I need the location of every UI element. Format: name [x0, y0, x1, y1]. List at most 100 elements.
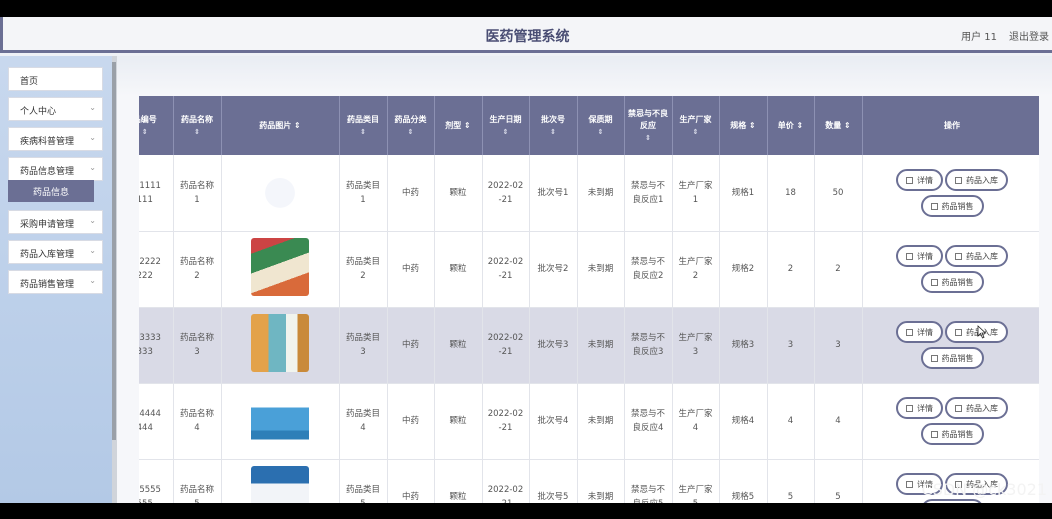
- sidebar-item-sales[interactable]: 药品销售管理 ⌄: [8, 270, 103, 294]
- cell-name: 药品名称 3: [173, 307, 222, 384]
- col-price[interactable]: 单价 ⇕: [767, 96, 815, 155]
- stock-in-button[interactable]: 药品入库: [945, 397, 1008, 419]
- sort-icon[interactable]: ⇕: [390, 126, 432, 138]
- chevron-down-icon: ⌄: [89, 133, 96, 142]
- drug-image: [251, 161, 309, 220]
- col-maker[interactable]: 生产厂家 ⇕: [672, 96, 720, 155]
- cell-category: 药品类目 4: [339, 383, 388, 460]
- stock-in-button[interactable]: 药品入库: [945, 245, 1008, 267]
- col-image[interactable]: 药品图片 ⇕: [221, 96, 340, 155]
- cell-actions: 详情药品入库药品销售: [862, 383, 1039, 460]
- sort-icon[interactable]: ⇕: [797, 121, 804, 130]
- cell-price: 2: [767, 231, 815, 308]
- col-code[interactable]: 品编号⇕: [139, 96, 174, 155]
- cell-spec: 规格4: [719, 383, 768, 460]
- cell-spec: 规格5: [719, 459, 768, 503]
- cell-date: 2022-02 -21: [482, 155, 530, 232]
- sort-icon[interactable]: ⇕: [749, 121, 756, 130]
- cell-date: 2022-02 -21: [482, 459, 530, 503]
- current-user[interactable]: 用户 11: [961, 28, 997, 43]
- cell-spec: 规格1: [719, 155, 768, 232]
- sort-icon[interactable]: ⇕: [844, 121, 851, 130]
- sidebar-item-purchase[interactable]: 采购申请管理 ⌄: [8, 210, 103, 234]
- sort-icon[interactable]: ⇕: [139, 126, 171, 138]
- col-shelf[interactable]: 保质期 ⇕: [577, 96, 625, 155]
- cell-spec: 规格3: [719, 307, 768, 384]
- col-qty[interactable]: 数量 ⇕: [814, 96, 863, 155]
- cell-class: 中药: [387, 307, 435, 384]
- cell-batch: 批次号5: [529, 459, 578, 503]
- col-class[interactable]: 药品分类 ⇕: [387, 96, 435, 155]
- cell-qty: 2: [814, 231, 863, 308]
- col-date[interactable]: 生产日期 ⇕: [482, 96, 530, 155]
- col-form[interactable]: 剂型 ⇕: [434, 96, 483, 155]
- col-spec[interactable]: 规格 ⇕: [719, 96, 768, 155]
- sort-icon[interactable]: ⇕: [532, 126, 575, 138]
- sidebar-scroll-thumb[interactable]: [112, 62, 116, 440]
- sale-button[interactable]: 药品销售: [920, 499, 984, 503]
- document-icon: [930, 355, 938, 362]
- sort-icon[interactable]: ⇕: [580, 126, 622, 138]
- cell-form: 颗粒: [434, 231, 483, 308]
- sort-icon[interactable]: ⇕: [464, 121, 471, 130]
- sort-icon[interactable]: ⇕: [176, 126, 219, 138]
- cell-qty: 4: [814, 383, 863, 460]
- cell-name: 药品名称 5: [173, 459, 222, 503]
- document-icon: [906, 176, 913, 184]
- sale-button[interactable]: 药品销售: [920, 423, 984, 445]
- sort-icon[interactable]: ⇕: [485, 126, 527, 138]
- cell-name: 药品名称 1: [173, 155, 222, 232]
- drug-table-container[interactable]: 品编号⇕ 药品名称⇕ 药品图片 ⇕ 药品类目⇕ 药品分类⇕ 剂型 ⇕ 生产日期⇕…: [139, 96, 1039, 503]
- sort-icon[interactable]: ⇕: [294, 121, 301, 130]
- cell-actions: 详情药品入库药品销售: [862, 307, 1039, 384]
- table-row: 333333 333药品名称 3 药品类目 3中药颗粒2022-02 -21批次号…: [139, 307, 1039, 384]
- cell-name: 药品名称 4: [173, 383, 222, 460]
- logout-link[interactable]: 退出登录: [1009, 28, 1049, 43]
- detail-button[interactable]: 详情: [896, 245, 943, 267]
- col-contra[interactable]: 禁忌与不良反应 ⇕: [624, 96, 673, 155]
- table-header-row: 品编号⇕ 药品名称⇕ 药品图片 ⇕ 药品类目⇕ 药品分类⇕ 剂型 ⇕ 生产日期⇕…: [139, 96, 1039, 155]
- drug-image-cell: [221, 231, 340, 308]
- col-category[interactable]: 药品类目 ⇕: [339, 96, 388, 155]
- sort-icon[interactable]: ⇕: [627, 132, 670, 144]
- sidebar-item-profile[interactable]: 个人中心 ⌄: [8, 97, 103, 121]
- sidebar: 首页 个人中心 ⌄ 疾病科普管理 ⌄ 药品信息管理 ⌄ 药品信息 采购申请管理 ⌄ 药品…: [0, 56, 112, 503]
- detail-button[interactable]: 详情: [896, 321, 943, 343]
- stock-in-button[interactable]: 药品入库: [945, 168, 1008, 191]
- cell-actions: 详情药品入库药品销售: [862, 155, 1039, 232]
- drug-table: 品编号⇕ 药品名称⇕ 药品图片 ⇕ 药品类目⇕ 药品分类⇕ 剂型 ⇕ 生产日期⇕…: [139, 96, 1039, 503]
- sidebar-item-drug-info[interactable]: 药品信息管理 ⌄: [8, 157, 103, 181]
- app-title: 医药管理系统: [485, 29, 570, 45]
- sidebar-item-stock-in[interactable]: 药品入库管理 ⌄: [8, 240, 103, 264]
- cell-code: 555555 555: [139, 459, 174, 503]
- app-window: 医药管理系统 用户 11 退出登录 首页 个人中心 ⌄ 疾病科普管理 ⌄ 药品信息管…: [0, 17, 1052, 503]
- drug-image: [251, 389, 309, 448]
- cell-code: 222222 222: [139, 231, 174, 308]
- sale-button[interactable]: 药品销售: [920, 271, 984, 293]
- sidebar-item-label: 药品销售管理: [20, 280, 75, 290]
- table-row: 222222 222药品名称 2 药品类目 2中药颗粒2022-02 -21批次号…: [139, 231, 1039, 308]
- sale-button[interactable]: 药品销售: [920, 194, 984, 217]
- detail-button[interactable]: 详情: [896, 168, 943, 191]
- cell-shelf: 未到期: [577, 155, 625, 232]
- drug-image: [251, 237, 309, 296]
- sidebar-item-home[interactable]: 首页: [8, 67, 103, 91]
- submenu-drug-info[interactable]: 药品信息: [8, 180, 94, 202]
- sort-icon[interactable]: ⇕: [342, 126, 385, 138]
- sidebar-item-disease[interactable]: 疾病科普管理 ⌄: [8, 127, 103, 151]
- cell-maker: 生产厂家 1: [672, 155, 720, 232]
- sort-icon[interactable]: ⇕: [675, 126, 717, 138]
- col-name[interactable]: 药品名称 ⇕: [173, 96, 222, 155]
- cell-qty: 3: [814, 307, 863, 384]
- cell-shelf: 未到期: [577, 383, 625, 460]
- sale-button[interactable]: 药品销售: [920, 347, 984, 369]
- detail-button[interactable]: 详情: [896, 397, 943, 419]
- chevron-down-icon: ⌄: [89, 276, 96, 285]
- table-row: 444444 444药品名称 4 药品类目 4中药颗粒2022-02 -21批次号…: [139, 383, 1039, 460]
- document-icon: [930, 202, 938, 210]
- sidebar-item-label: 采购申请管理: [20, 220, 75, 230]
- drug-image-cell: [221, 155, 340, 232]
- col-batch[interactable]: 批次号 ⇕: [529, 96, 578, 155]
- drug-image: [251, 465, 309, 503]
- main-content: 品编号⇕ 药品名称⇕ 药品图片 ⇕ 药品类目⇕ 药品分类⇕ 剂型 ⇕ 生产日期⇕…: [117, 56, 1052, 503]
